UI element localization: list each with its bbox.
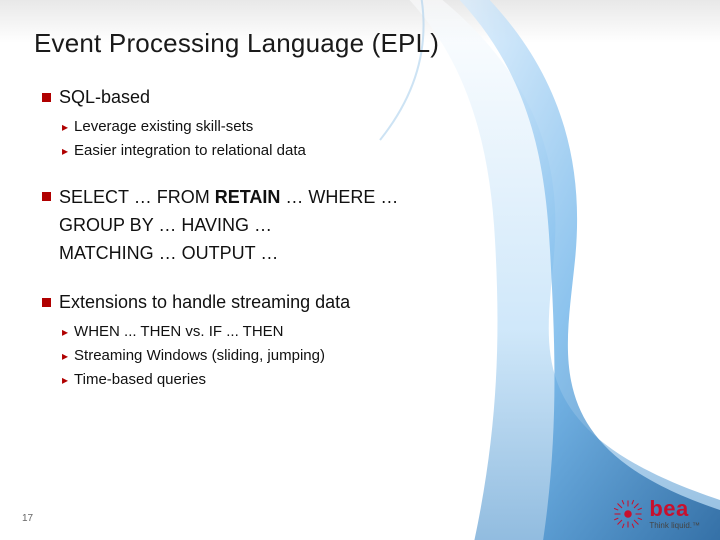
arrow-icon: ▸ — [62, 371, 68, 389]
sub-bullet-text: WHEN ... THEN vs. IF ... THEN — [74, 323, 283, 340]
bullet-syntax: SELECT … FROM RETAIN … WHERE …GROUP BY …… — [42, 184, 686, 268]
bullet-sql-based: SQL-based — [42, 87, 686, 108]
sub-bullet-text: Leverage existing skill-sets — [74, 118, 253, 135]
syntax-block: SELECT … FROM RETAIN … WHERE …GROUP BY …… — [59, 184, 398, 268]
sub-bullet-text: Time-based queries — [74, 371, 206, 388]
bullet-icon — [42, 298, 51, 307]
arrow-icon: ▸ — [62, 323, 68, 341]
sub-bullet-text: Streaming Windows (sliding, jumping) — [74, 347, 325, 364]
sub-bullet: ▸ Easier integration to relational data — [62, 142, 686, 160]
sub-bullet-text: Easier integration to relational data — [74, 142, 306, 159]
sub-bullet: ▸ Time-based queries — [62, 371, 686, 389]
bullet-label: Extensions to handle streaming data — [59, 292, 350, 313]
sub-bullet: ▸ Leverage existing skill-sets — [62, 118, 686, 136]
bullet-extensions: Extensions to handle streaming data — [42, 292, 686, 313]
arrow-icon: ▸ — [62, 142, 68, 160]
bullet-icon — [42, 93, 51, 102]
slide-title: Event Processing Language (EPL) — [34, 28, 686, 59]
sub-bullet: ▸ WHEN ... THEN vs. IF ... THEN — [62, 323, 686, 341]
arrow-icon: ▸ — [62, 118, 68, 136]
sub-bullet: ▸ Streaming Windows (sliding, jumping) — [62, 347, 686, 365]
bullet-label: SQL-based — [59, 87, 150, 108]
bullet-icon — [42, 192, 51, 201]
arrow-icon: ▸ — [62, 347, 68, 365]
